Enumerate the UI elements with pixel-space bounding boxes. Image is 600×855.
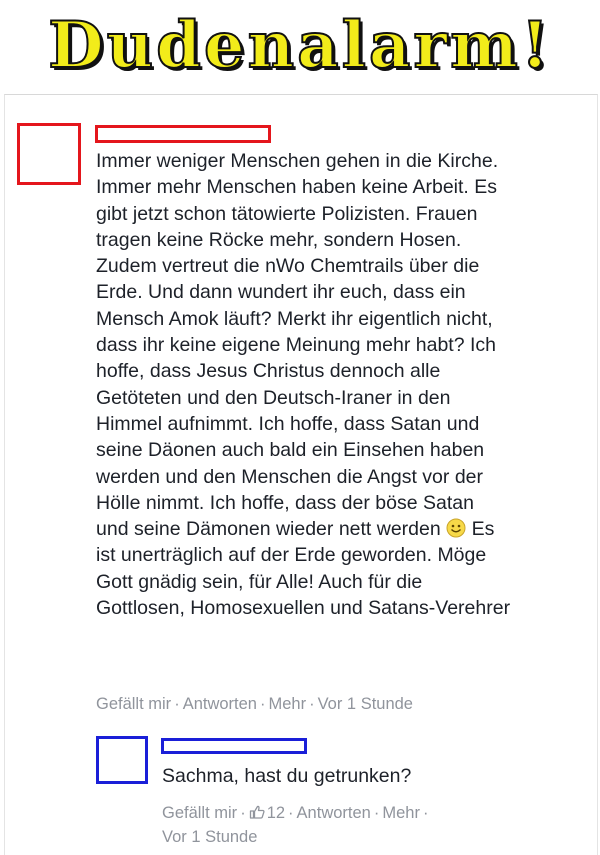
more-link[interactable]: Mehr [268,695,306,713]
like-count: 12 [266,804,286,822]
redacted-author-name[interactable] [95,125,271,143]
comment-line: und seine Dämonen wieder nett werden [96,518,441,541]
comment-line: Erde. Und dann wundert ihr euch, dass ei… [96,281,466,304]
reply-actions: Gefällt mir · 12 · Antworten · Mehr · Vor 1 Stun… [162,801,542,849]
comment-line: gibt jetzt schon tätowierte Polizisten. … [96,202,478,225]
comment-actions: Gefällt mir · Antworten · Mehr · Vor 1 Stunde [96,695,413,714]
comment-line: Getöteten und den Deutsch-Iraner in den [96,386,451,409]
smiley-icon [446,518,466,538]
comment-line: seine Däonen auch bald ein Einsehen habe… [96,439,485,462]
timestamp-link[interactable]: Vor 1 Stunde [162,828,257,846]
comment-line: ist unerträglich auf der Erde geworden. … [96,544,487,567]
comment-line: Himmel aufnimmt. Ich hoffe, dass Satan u… [96,412,480,435]
comment-line: tragen keine Röcke mehr, sondern Hosen. [96,228,462,251]
separator: · [240,804,246,822]
separator: · [288,804,294,822]
comment-line: hoffe, dass Jesus Christus dennoch alle [96,360,441,383]
comment-line: Immer weniger Menschen gehen in die Kirc… [96,150,499,172]
timestamp-link[interactable]: Vor 1 Stunde [318,695,413,713]
like-link[interactable]: Gefällt mir [162,804,237,822]
reply-text: Sachma, hast du getrunken? [162,765,412,787]
comment-line: Hölle nimmt. Ich hoffe, dass der böse Sa… [96,491,474,514]
separator: · [259,695,266,713]
comment-line: Gott gnädig sein, für Alle! Auch für die [96,570,423,593]
comment-line: Es [471,518,495,541]
reply-link[interactable]: Antworten [183,695,257,713]
banner: Dudenalarm! [0,0,600,92]
reply-link[interactable]: Antworten [297,804,371,822]
comment-card: Immer weniger Menschen gehen in die Kirc… [4,94,598,855]
separator: · [422,804,429,822]
comment-line: werden und den Menschen die Angst vor de… [96,465,484,488]
thumbs-up-icon [249,805,265,819]
more-link[interactable]: Mehr [382,804,420,822]
redacted-reply-avatar[interactable] [96,736,148,784]
comment-line: dass ihr keine eigene Meinung mehr habt?… [96,334,496,357]
redacted-reply-author-name[interactable] [161,738,307,754]
comment-line: Gottlosen, Homosexuellen und Satans-Vere… [96,597,511,620]
comment-text: Immer weniger Menschen gehen in die Kirc… [96,148,594,621]
comment-line: Zudem vertreut die nWo Chemtrails über d… [96,255,480,278]
comment-line: Immer mehr Menschen haben keine Arbeit. … [96,176,498,199]
separator: · [174,695,180,713]
like-link[interactable]: Gefällt mir [96,695,171,713]
comment-line: Mensch Amok läuft? Merkt ihr eigentlich … [96,307,493,330]
separator: · [373,804,380,822]
separator: · [309,695,315,713]
banner-title: Dudenalarm! [47,8,552,83]
redacted-avatar[interactable] [17,123,81,185]
